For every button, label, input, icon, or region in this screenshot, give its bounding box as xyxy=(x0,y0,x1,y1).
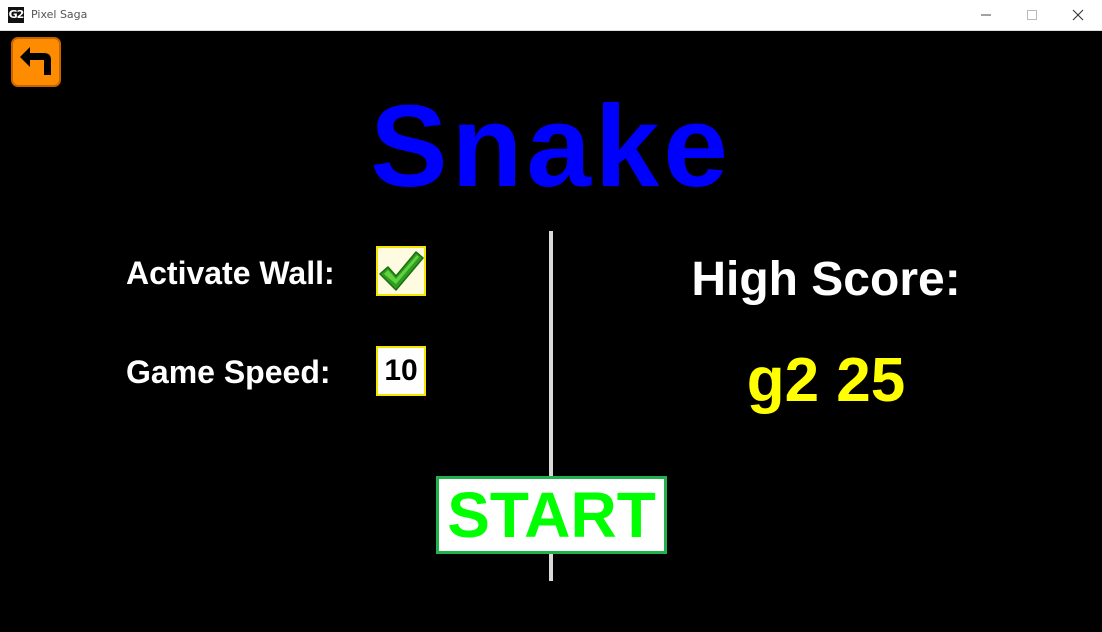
minimize-icon xyxy=(981,14,991,16)
title-bar: G2 Pixel Saga xyxy=(0,0,1102,31)
game-window: G2 Pixel Saga Snake Activate Wall: Game … xyxy=(0,0,1102,632)
close-icon xyxy=(1072,9,1084,21)
window-title: Pixel Saga xyxy=(31,8,88,21)
game-title: Snake xyxy=(370,81,732,211)
high-score-value: g2 25 xyxy=(746,346,906,415)
game-speed-input[interactable]: 10 xyxy=(376,346,426,396)
minimize-button[interactable] xyxy=(963,0,1009,30)
maximize-button[interactable] xyxy=(1009,0,1055,30)
app-icon: G2 xyxy=(8,7,24,23)
close-button[interactable] xyxy=(1055,0,1101,30)
maximize-icon xyxy=(1027,10,1037,20)
game-speed-label: Game Speed: xyxy=(126,354,331,390)
high-score-label: High Score: xyxy=(691,253,961,306)
start-button[interactable]: START xyxy=(436,476,667,554)
checkmark-icon xyxy=(379,251,424,291)
activate-wall-checkbox[interactable] xyxy=(376,246,426,296)
activate-wall-label: Activate Wall: xyxy=(126,255,335,291)
